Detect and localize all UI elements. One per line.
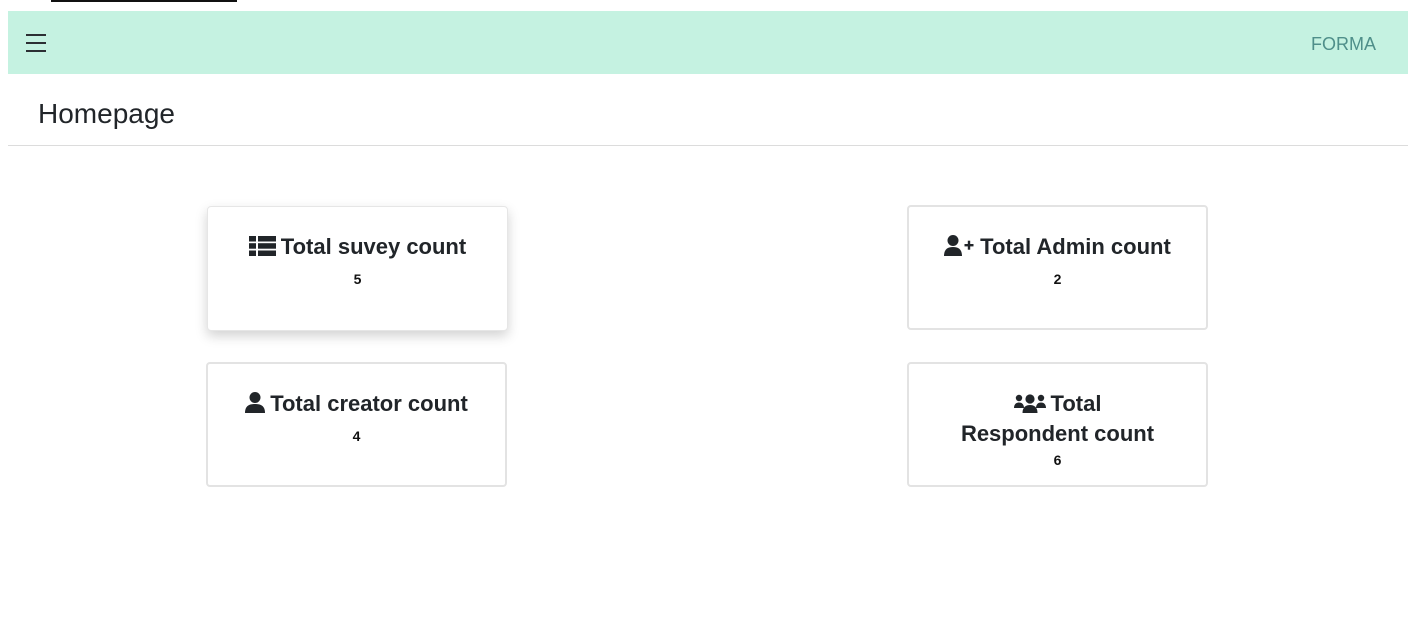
hamburger-menu-icon[interactable] [26,33,46,52]
page-title: Homepage [38,98,175,129]
survey-count-value: 5 [353,271,362,287]
survey-count-title: Total suvey count [208,233,507,263]
creator-count-card: Total creator count 4 [206,362,507,487]
creator-count-title: Total creator count [208,390,505,420]
users-icon [1013,392,1046,420]
admin-count-value: 2 [1053,271,1062,287]
list-icon [248,235,276,263]
creator-count-value: 4 [352,428,361,444]
respondent-count-value: 6 [1053,452,1062,468]
admin-count-title: Total Admin count [909,233,1206,263]
survey-count-label: Total suvey count [280,234,467,259]
navbar: FORMA [8,11,1408,74]
creator-count-label: Total creator count [270,391,468,416]
user-icon [245,392,266,420]
brand-link[interactable]: FORMA [1311,34,1376,55]
divider [8,145,1408,146]
respondent-count-title: Total Respondent count [909,390,1206,448]
admin-count-label: Total Admin count [980,234,1171,259]
respondent-count-label: Total Respondent count [960,391,1155,446]
top-rule [51,0,237,2]
admin-count-card: Total Admin count 2 [907,205,1208,330]
respondent-count-card: Total Respondent count 6 [907,362,1208,487]
user-plus-icon [944,235,975,263]
survey-count-card: Total suvey count 5 [207,206,508,331]
